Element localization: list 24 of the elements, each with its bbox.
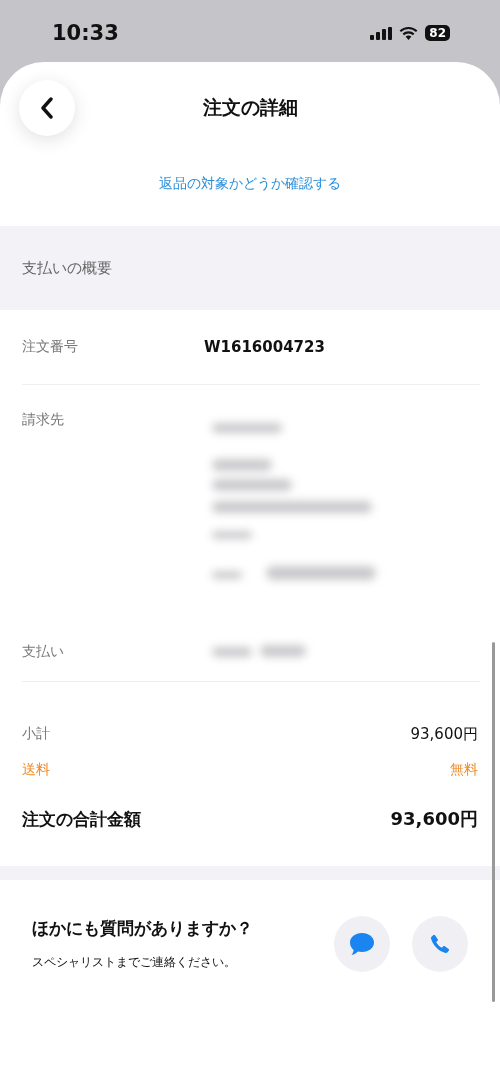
status-time: 10:33 (52, 21, 119, 45)
detail-label: 請求先 (22, 411, 65, 429)
total-label: 送料 (22, 761, 50, 779)
chat-bubble-icon (348, 931, 376, 957)
detail-label: 注文番号 (22, 338, 79, 356)
chevron-left-icon (39, 97, 55, 119)
phone-icon (429, 933, 451, 955)
total-label: 小計 (22, 725, 50, 743)
return-eligibility-link[interactable]: 返品の対象かどうか確認する (159, 175, 341, 193)
help-subtitle: スペシャリストまでご連絡ください。 (32, 954, 237, 971)
phone-button[interactable] (412, 916, 468, 972)
help-title: ほかにも質問がありますか？ (32, 917, 254, 940)
detail-label: 支払い (22, 643, 65, 661)
wifi-icon (399, 26, 419, 40)
signal-icon (370, 26, 393, 40)
total-value: 93,600円 (410, 724, 478, 744)
battery-indicator: 82 (425, 25, 450, 41)
total-label: 注文の合計金額 (22, 807, 141, 831)
detail-value: W1616004723 (204, 338, 325, 356)
chat-button[interactable] (334, 916, 390, 972)
page-title: 注文の詳細 (202, 95, 298, 120)
total-value: 無料 (450, 761, 478, 779)
total-value: 93,600円 (390, 807, 478, 831)
section-header: 支払いの概要 (0, 226, 500, 310)
